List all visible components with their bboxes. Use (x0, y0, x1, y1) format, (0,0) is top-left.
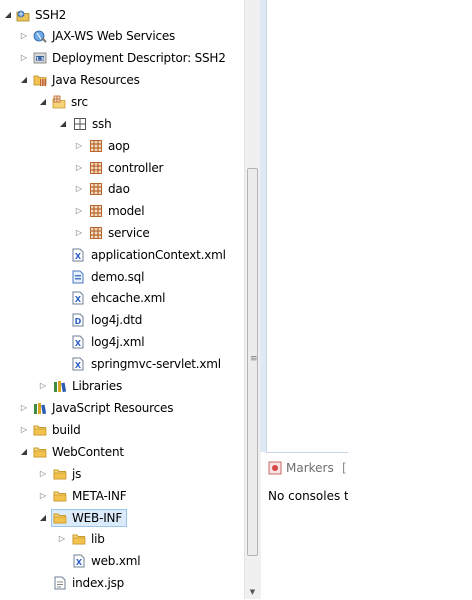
library-icon (53, 379, 67, 393)
folder-icon (53, 511, 67, 525)
deployment-descriptor-icon (33, 51, 47, 65)
webservices-icon (33, 29, 47, 43)
tree-node-label: SSH2 (35, 8, 67, 22)
expand-toggle-icon[interactable]: ▷ (38, 463, 48, 485)
expand-toggle-icon[interactable]: ▷ (19, 47, 29, 69)
tree-node-label: aop (108, 139, 130, 153)
collapse-toggle-icon[interactable]: ◢ (38, 91, 48, 113)
tree-node-label: springmvc-servlet.xml (91, 357, 221, 371)
console-empty-message: No consoles t (268, 489, 348, 503)
tree-node-label: service (108, 226, 150, 240)
tree-node-label: ssh (92, 117, 112, 131)
jsp-file-icon (53, 576, 67, 590)
tab-separator: [ (342, 461, 347, 475)
folder-icon (33, 423, 47, 437)
package-icon (89, 139, 103, 153)
java-resources-icon (33, 73, 47, 87)
sql-file-icon (71, 270, 85, 284)
xml-file-icon (71, 335, 85, 349)
xml-file-icon (71, 357, 85, 371)
expand-toggle-icon[interactable]: ▷ (74, 178, 84, 200)
expand-toggle-icon[interactable]: ▷ (74, 135, 84, 157)
collapse-toggle-icon[interactable]: ◢ (19, 441, 29, 463)
tree-node-label: src (71, 95, 88, 109)
expand-toggle-icon[interactable]: ▷ (38, 375, 48, 397)
folder-icon (33, 445, 47, 459)
folder-icon (53, 489, 67, 503)
tree-node-label: dao (108, 182, 130, 196)
expand-toggle-icon[interactable]: ▷ (19, 25, 29, 47)
scrollbar-thumb[interactable]: ≡ (247, 168, 258, 556)
package-icon (73, 117, 87, 131)
tree-node-label: JavaScript Resources (52, 401, 174, 415)
source-folder-icon (52, 95, 66, 109)
expand-toggle-icon[interactable]: ▷ (57, 528, 67, 550)
tree-node-label: index.jsp (72, 576, 125, 590)
collapse-toggle-icon[interactable]: ◢ (58, 113, 68, 135)
project-explorer-tree[interactable]: ◢ SSH2 ▷ JAX-WS Web Services ▷ Deploymen… (0, 0, 244, 599)
tree-node-label: Libraries (72, 379, 123, 393)
tree-node-label: model (108, 204, 145, 218)
tree-node-label: ehcache.xml (91, 291, 166, 305)
xml-file-icon (71, 248, 85, 262)
expand-toggle-icon[interactable]: ▷ (38, 485, 48, 507)
tab-markers-label: Markers (286, 461, 334, 475)
tree-node-label: log4j.dtd (91, 313, 143, 327)
collapse-toggle-icon[interactable]: ◢ (3, 4, 13, 26)
collapse-toggle-icon[interactable]: ◢ (19, 69, 29, 91)
tree-node-label: applicationContext.xml (91, 248, 226, 262)
folder-icon (72, 532, 86, 546)
tree-node-label: WEB-INF (72, 511, 123, 525)
tree-node-label: controller (108, 161, 164, 175)
grip-icon: ≡ (250, 354, 258, 364)
tree-node-label: Java Resources (52, 73, 140, 87)
xml-file-icon (72, 554, 86, 568)
collapse-toggle-icon[interactable]: ◢ (38, 507, 48, 529)
editor-area-border (260, 0, 267, 452)
markers-icon (268, 461, 282, 475)
tree-node-label: Deployment Descriptor: SSH2 (52, 51, 226, 65)
editor-area (267, 0, 472, 452)
folder-icon (53, 467, 67, 481)
expand-toggle-icon[interactable]: ▷ (19, 419, 29, 441)
expand-toggle-icon[interactable]: ▷ (19, 397, 29, 419)
tree-node-label: WebContent (52, 445, 124, 459)
project-icon (16, 8, 30, 22)
tree-node-label: js (72, 467, 82, 481)
tree-node-label: build (52, 423, 81, 437)
console-area-background (348, 452, 472, 599)
tree-node-label: META-INF (72, 489, 127, 503)
tree-node-web-inf[interactable]: ◢ WEB-INF (0, 507, 130, 529)
xml-file-icon (71, 291, 85, 305)
expand-toggle-icon[interactable]: ▷ (74, 200, 84, 222)
tree-node-label: web.xml (91, 554, 141, 568)
tree-node-label: JAX-WS Web Services (52, 29, 176, 43)
dtd-file-icon (71, 313, 85, 327)
scroll-down-arrow-icon[interactable]: ▼ (247, 587, 258, 597)
package-icon (89, 226, 103, 240)
library-icon (33, 401, 47, 415)
tree-node-label: lib (91, 532, 105, 546)
package-icon (89, 182, 103, 196)
expand-toggle-icon[interactable]: ▷ (74, 222, 84, 244)
package-icon (89, 204, 103, 218)
expand-toggle-icon[interactable]: ▷ (74, 157, 84, 179)
tree-vertical-scrollbar[interactable]: ≡ ▼ (244, 0, 261, 599)
package-icon (89, 161, 103, 175)
tree-node-label: log4j.xml (91, 335, 145, 349)
tree-node-label: demo.sql (91, 270, 145, 284)
